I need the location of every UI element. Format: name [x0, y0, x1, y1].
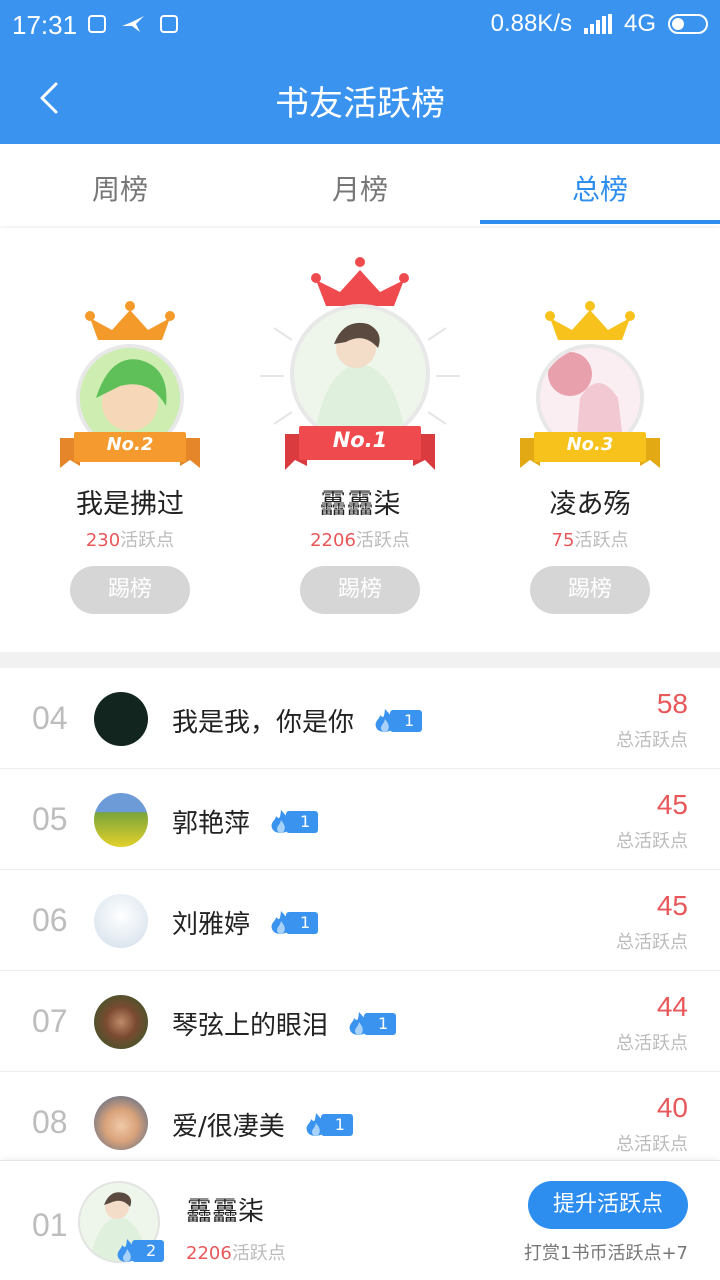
bird-notification-icon: [122, 16, 144, 32]
score-label: 总活跃点: [616, 730, 688, 751]
points-value: 2206: [186, 1243, 232, 1264]
level-badge: 1: [372, 708, 423, 733]
score: 45: [656, 890, 688, 921]
user-name-wrap: 刘雅婷 1: [172, 904, 319, 941]
my-rank-number: 01: [32, 1207, 68, 1243]
my-level-badge: 2: [114, 1239, 165, 1263]
user-name-wrap: 琴弦上的眼泪 1: [172, 1005, 397, 1042]
boost-points-button[interactable]: 提升活跃点: [528, 1181, 688, 1229]
battery-icon: [668, 14, 708, 34]
rank-number: 06: [32, 902, 68, 938]
user-name-wrap: 爱/很凄美 1: [172, 1106, 353, 1143]
list-item[interactable]: 07 琴弦上的眼泪 1 44 总活跃点: [0, 971, 720, 1072]
tab-bar: 周榜 月榜 总榜: [0, 144, 720, 226]
avatar[interactable]: [94, 692, 148, 746]
level-badge: 1: [303, 1112, 353, 1137]
notification-icons: [88, 14, 178, 34]
podium-third: No.3 凌あ殇 75活跃点 踢榜: [470, 228, 710, 652]
reward-hint: 打赏1书币活跃点+7: [524, 1243, 688, 1264]
user-name: 我是拂过: [76, 489, 184, 520]
points-suffix: 活跃点: [231, 1243, 286, 1264]
score-label: 总活跃点: [616, 932, 688, 953]
kick-button[interactable]: 踢榜: [70, 566, 190, 614]
level-badge: 1: [346, 1011, 397, 1036]
rank-number: 05: [32, 801, 68, 837]
rank-label: No.2: [106, 434, 154, 455]
ranking-list: 04 我是我，你是你 1 58 总活跃点 05 郭艳萍 1 45 总活跃点 06…: [0, 668, 720, 1173]
avatar[interactable]: [94, 894, 148, 948]
flame-icon: [117, 1239, 137, 1262]
podium-first: No.1 靐靐柒 2206活跃点 踢榜: [240, 228, 480, 652]
avatar[interactable]: [94, 995, 148, 1049]
section-divider: [0, 652, 720, 668]
kick-button[interactable]: 踢榜: [300, 566, 420, 614]
user-name: 刘雅婷: [172, 910, 251, 940]
points-suffix: 活跃点: [574, 530, 629, 551]
user-name: 爱/很凄美: [172, 1112, 285, 1142]
points-value: 230: [85, 530, 121, 551]
list-item[interactable]: 06 刘雅婷 1 45 总活跃点: [0, 870, 720, 971]
my-name: 靐靐柒: [186, 1197, 265, 1227]
score-label: 总活跃点: [616, 1134, 688, 1155]
points: 75活跃点: [470, 526, 710, 552]
user-name: 琴弦上的眼泪: [172, 1011, 329, 1041]
list-item[interactable]: 05 郭艳萍 1 45 总活跃点: [0, 769, 720, 870]
points-suffix: 活跃点: [355, 530, 410, 551]
avatar[interactable]: [94, 793, 148, 847]
app-notification-icon: [88, 15, 106, 33]
rank-label: No.1: [332, 428, 388, 452]
score-label: 总活跃点: [616, 831, 688, 852]
score-label: 总活跃点: [616, 1033, 688, 1054]
level-badge: 1: [268, 910, 319, 935]
points-value: 2206: [310, 530, 356, 551]
podium-second: No.2 我是拂过 230活跃点 踢榜: [10, 228, 250, 652]
rank-number: 08: [32, 1104, 68, 1140]
score: 40: [656, 1092, 688, 1123]
status-bar: 17:31 0.88K/s 4G: [0, 0, 720, 50]
my-rank-bar: 01 2 靐靐柒 2206活跃点 提升活跃点 打赏1书币活跃点+7: [0, 1160, 720, 1280]
crown-icon: [545, 301, 635, 340]
rank-label: No.3: [566, 434, 614, 455]
shield-notification-icon: [160, 15, 178, 33]
score: 58: [656, 688, 688, 719]
my-points: 2206活跃点: [186, 1239, 286, 1265]
flame-icon: [375, 708, 395, 732]
user-name: 凌あ殇: [549, 489, 631, 520]
page-title: 书友活跃榜: [275, 84, 445, 124]
user-name: 靐靐柒: [319, 489, 401, 520]
flame-icon: [271, 910, 291, 934]
flame-icon: [349, 1011, 369, 1035]
points: 2206活跃点: [240, 526, 480, 552]
user-name: 郭艳萍: [172, 809, 251, 839]
flame-icon: [306, 1112, 326, 1136]
level-badge: 1: [268, 809, 319, 834]
user-name-wrap: 我是我，你是你 1: [172, 702, 423, 739]
user-name-wrap: 郭艳萍 1: [172, 803, 319, 840]
list-item[interactable]: 04 我是我，你是你 1 58 总活跃点: [0, 668, 720, 769]
points-suffix: 活跃点: [120, 530, 175, 551]
score: 44: [656, 991, 688, 1022]
tab-monthly[interactable]: 月榜: [240, 144, 480, 226]
tab-weekly[interactable]: 周榜: [0, 144, 240, 226]
user-name: 我是我，你是你: [172, 708, 355, 738]
network-speed: 0.88K/s: [490, 10, 572, 37]
crown-icon: [85, 301, 175, 340]
score: 45: [656, 789, 688, 820]
points: 230活跃点: [10, 526, 250, 552]
flame-icon: [271, 809, 291, 833]
points-value: 75: [551, 530, 575, 551]
status-time: 17:31: [12, 10, 78, 40]
rank-number: 07: [32, 1003, 68, 1039]
signal-icon: [583, 14, 612, 34]
network-type: 4G: [623, 10, 656, 37]
kick-button[interactable]: 踢榜: [530, 566, 650, 614]
list-item[interactable]: 08 爱/很凄美 1 40 总活跃点: [0, 1072, 720, 1173]
rank-number: 04: [32, 700, 68, 736]
app-header: 书友活跃榜: [0, 50, 720, 144]
tab-total[interactable]: 总榜: [480, 144, 720, 226]
avatar[interactable]: [94, 1096, 148, 1150]
podium: No.2 我是拂过 230活跃点 踢榜 No.1 靐靐柒 2206活跃点 踢榜: [0, 228, 720, 652]
